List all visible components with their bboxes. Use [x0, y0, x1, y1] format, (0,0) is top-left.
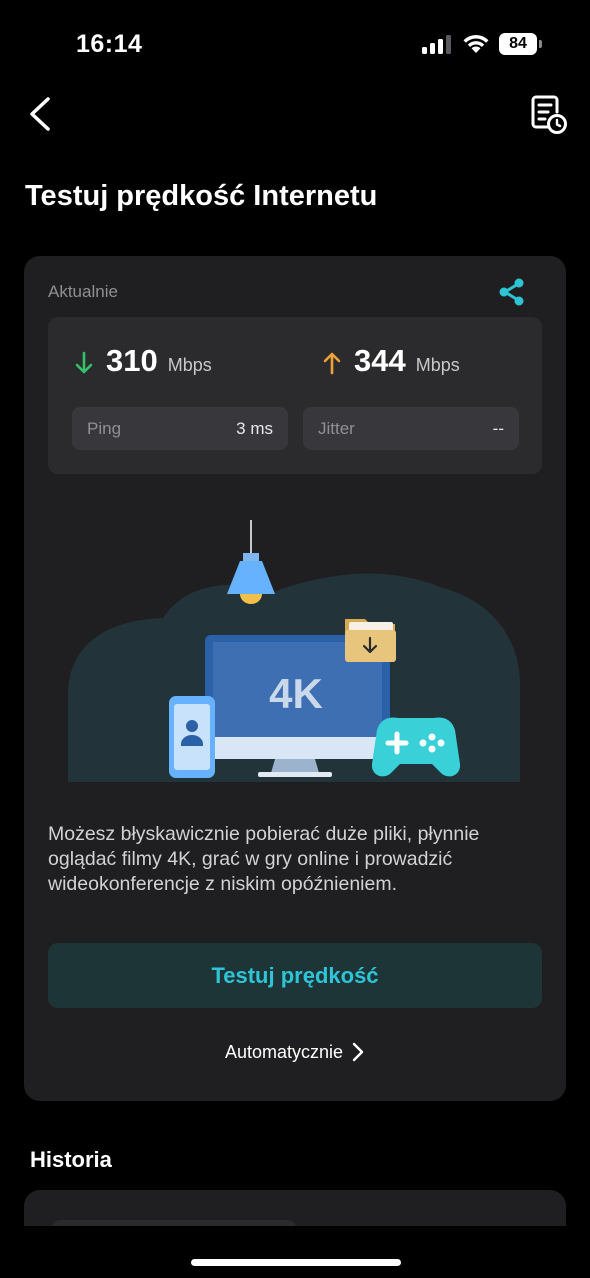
ping-metric: Ping 3 ms [72, 407, 288, 450]
home-indicator[interactable] [191, 1259, 401, 1266]
battery-tip [539, 40, 542, 48]
history-button[interactable] [528, 94, 568, 136]
status-time: 16:14 [76, 30, 143, 58]
page-title: Testuj prędkość Internetu [25, 180, 378, 212]
chevron-left-icon [30, 97, 50, 131]
wifi-icon [463, 35, 489, 53]
speed-description: Możesz błyskawicznie pobierać duże pliki… [48, 823, 480, 895]
battery-indicator: 84 [499, 32, 543, 56]
test-speed-button[interactable]: Testuj prędkość [48, 943, 542, 1008]
report-clock-icon [531, 95, 567, 134]
speed-test-card: Aktualnie 310 Mbps 344 Mbps Ping 3 ms Ji… [24, 256, 566, 1101]
status-bar: 16:14 84 [0, 0, 590, 90]
upload-unit: Mbps [415, 355, 460, 375]
history-title: Historia [30, 1147, 112, 1172]
arrow-up-icon [323, 352, 341, 375]
share-button[interactable] [496, 276, 528, 308]
current-label: Aktualnie [48, 282, 118, 301]
jitter-metric: Jitter -- [303, 407, 519, 450]
jitter-value: -- [492, 419, 504, 438]
devices-illustration: 4K [68, 520, 520, 782]
ping-value: 3 ms [236, 419, 273, 438]
share-icon [499, 278, 524, 306]
arrow-down-icon [75, 351, 93, 374]
battery-level: 84 [509, 35, 527, 52]
download-unit: Mbps [167, 355, 212, 375]
jitter-label: Jitter [318, 419, 355, 438]
upload-value: 344 [354, 343, 406, 378]
history-card[interactable] [24, 1190, 566, 1230]
phone-icon [169, 696, 215, 778]
download-value: 310 [106, 343, 158, 378]
automatic-label: Automatycznie [224, 1041, 344, 1062]
screen-4k-text: 4K [269, 670, 323, 717]
automatic-link[interactable]: Automatycznie [24, 1038, 566, 1066]
back-button[interactable] [22, 92, 62, 136]
folder-download-icon [345, 619, 396, 662]
bottom-area [0, 1226, 590, 1278]
upload-speed: 344 Mbps [320, 343, 460, 383]
cellular-signal-icon [422, 35, 451, 54]
download-speed: 310 Mbps [72, 343, 212, 383]
speed-results-panel: 310 Mbps 344 Mbps Ping 3 ms Jitter -- [48, 317, 542, 474]
chevron-right-icon [352, 1042, 364, 1062]
ping-label: Ping [87, 419, 122, 438]
